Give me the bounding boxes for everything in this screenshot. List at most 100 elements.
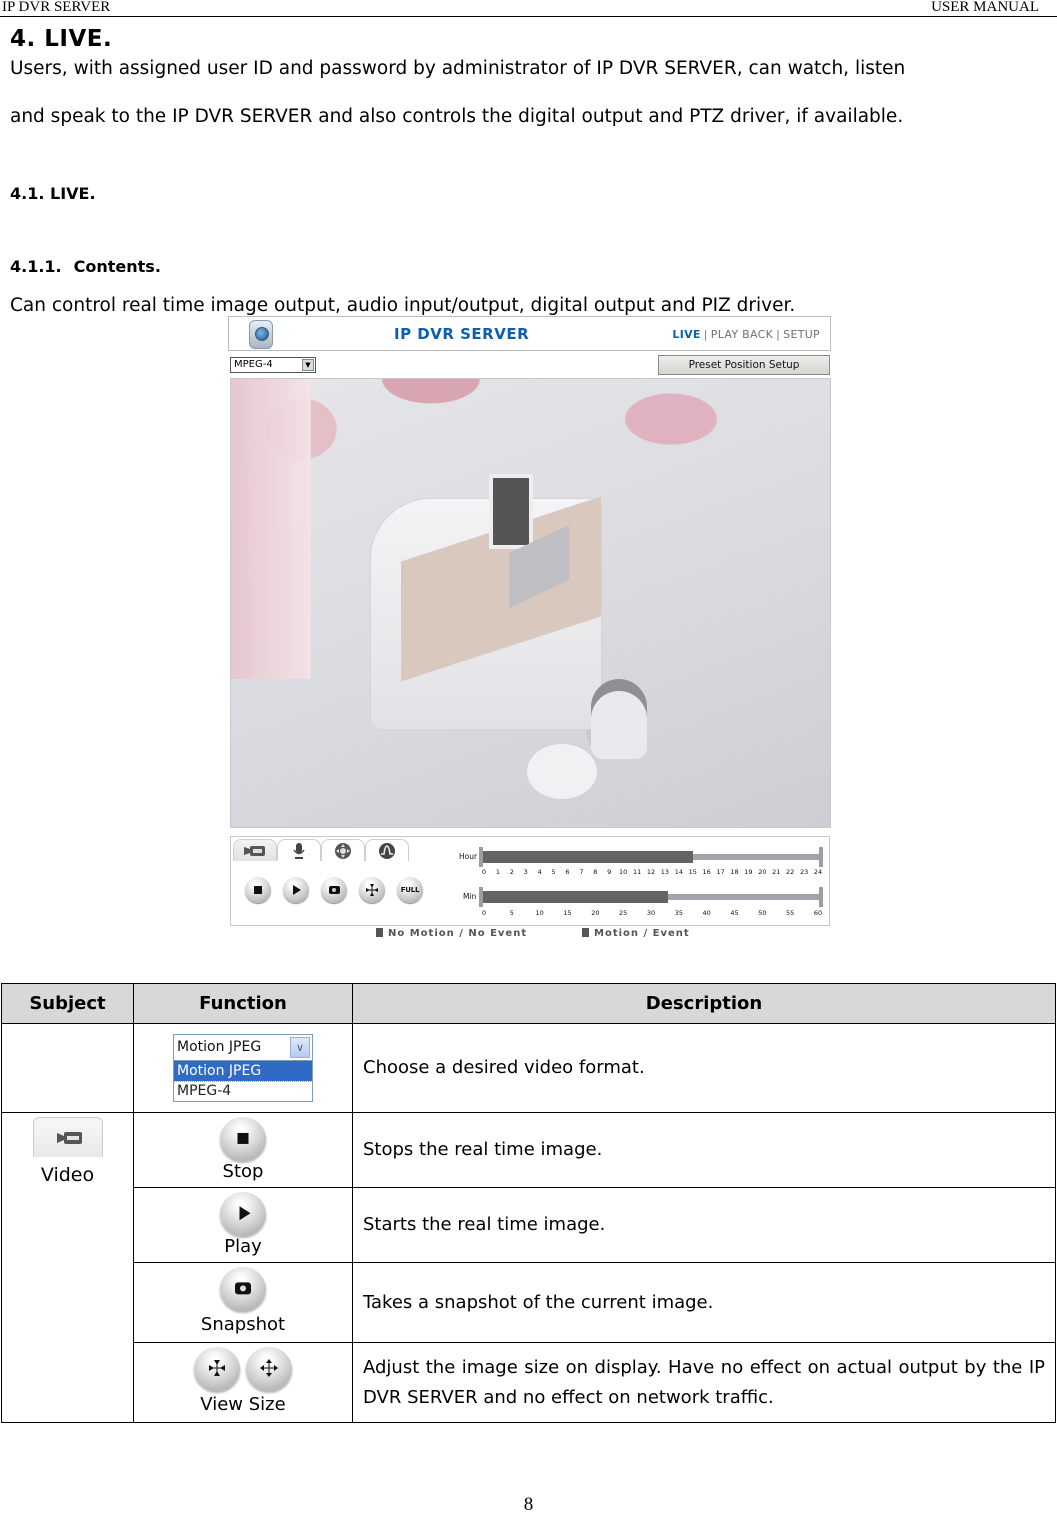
min-tick-label: 15 xyxy=(563,909,572,917)
hour-tick-label: 11 xyxy=(632,868,642,876)
hour-timeline-start-cap xyxy=(479,847,483,867)
hour-tick-label: 24 xyxy=(813,868,823,876)
tab-ptz[interactable] xyxy=(321,839,365,861)
view-size-shrink-button xyxy=(194,1346,241,1391)
table-row: Video Stop Stops the real time image. xyxy=(1,1112,1056,1423)
tab-audio[interactable] xyxy=(277,839,321,861)
table-row: Motion JPEG ∨ Motion JPEG MPEG-4 Choose … xyxy=(1,1023,1056,1113)
control-panel: FULL Hour 0 1 2 3 4 5 6 7 8 9 10 11 12 13 14 15 16 17 18 19… xyxy=(230,836,830,926)
min-timeline-start-cap xyxy=(479,887,483,907)
min-tick-label: 60 xyxy=(813,909,823,917)
hour-tick-label: 4 xyxy=(537,868,542,876)
fullscreen-button[interactable]: FULL xyxy=(397,877,423,903)
subsubsection-number: 4.1.1. xyxy=(10,257,62,276)
min-timeline[interactable] xyxy=(479,887,823,907)
table-header-row: Subject Function Description xyxy=(1,983,1056,1024)
function-cell: Play xyxy=(133,1187,353,1263)
description-cell: Adjust the image size on display. Have n… xyxy=(352,1342,1056,1423)
hour-tick-label: 15 xyxy=(688,868,697,876)
hour-tick-label: 18 xyxy=(730,868,739,876)
hour-tick-label: 9 xyxy=(607,868,612,876)
view-size-button[interactable] xyxy=(359,877,385,903)
hour-tick-label: 1 xyxy=(495,868,500,876)
snapshot-icon xyxy=(235,1281,251,1294)
stop-icon xyxy=(237,1132,249,1144)
header-right: USER MANUAL xyxy=(931,0,1039,15)
legend-swatch xyxy=(582,928,589,937)
min-tick-label: 20 xyxy=(591,909,600,917)
section-title: 4. LIVE. xyxy=(10,26,113,52)
min-timeline-end-cap xyxy=(819,887,823,907)
intro-line-2: and speak to the IP DVR SERVER and also … xyxy=(10,106,904,127)
nav-playback[interactable]: PLAY BACK xyxy=(711,328,773,341)
page-header: IP DVR SERVER USER MANUAL xyxy=(0,0,1057,17)
min-tick-label: 5 xyxy=(509,909,514,917)
microphone-icon xyxy=(293,842,305,859)
view-size-expand-button xyxy=(245,1346,292,1391)
hour-tick-label: 0 xyxy=(481,868,487,876)
hour-tick-label: 23 xyxy=(799,868,809,876)
app-nav: LIVE | PLAY BACK | SETUP xyxy=(672,328,820,341)
hour-tick-label: 3 xyxy=(523,868,528,876)
hour-tick-label: 19 xyxy=(744,868,753,876)
min-tick-label: 25 xyxy=(619,909,628,917)
snapshot-icon xyxy=(328,886,340,894)
min-tick-label: 40 xyxy=(702,909,711,917)
clothing-rack xyxy=(231,379,311,679)
dropdown-option[interactable]: MPEG-4 xyxy=(174,1081,312,1101)
camera-logo-icon xyxy=(249,320,273,349)
legend-label: No Motion / No Event xyxy=(388,928,528,939)
hour-tick-label: 21 xyxy=(772,868,781,876)
hour-tick-label: 20 xyxy=(758,868,767,876)
header-description: Description xyxy=(352,983,1056,1024)
play-button[interactable] xyxy=(283,877,309,903)
dropdown-list: Motion JPEG MPEG-4 xyxy=(173,1060,313,1102)
video-format-dropdown[interactable]: Motion JPEG ∨ Motion JPEG MPEG-4 xyxy=(173,1034,313,1102)
header-function: Function xyxy=(133,983,353,1024)
app-header: IP DVR SERVER LIVE | PLAY BACK | SETUP xyxy=(228,316,831,351)
tab-video[interactable] xyxy=(233,839,277,861)
min-tick-label: 50 xyxy=(758,909,767,917)
description-cell: Starts the real time image. xyxy=(352,1187,1056,1263)
hour-tick-label: 5 xyxy=(551,868,556,876)
dropdown-option[interactable]: Motion JPEG xyxy=(173,1060,313,1082)
hour-tick-label: 14 xyxy=(674,868,683,876)
hour-label: Hour xyxy=(459,852,478,861)
hour-tick-label: 22 xyxy=(786,868,795,876)
table-row: Play Starts the real time image. xyxy=(2,1187,1056,1263)
hour-tick-label: 7 xyxy=(579,868,584,876)
fullscreen-label: FULL xyxy=(400,886,420,894)
min-tick-label: 45 xyxy=(730,909,739,917)
min-timeline-fill xyxy=(483,891,668,903)
tab-digital-output[interactable] xyxy=(365,839,409,861)
monitor xyxy=(489,474,533,549)
stop-button[interactable] xyxy=(245,877,271,903)
function-table: Subject Function Description Motion JPEG… xyxy=(1,983,1056,1423)
hour-tick-label: 17 xyxy=(716,868,725,876)
table-row: Snapshot Takes a snapshot of the current… xyxy=(2,1262,1056,1343)
function-label: View Size xyxy=(200,1393,286,1415)
hour-timeline[interactable] xyxy=(479,847,823,867)
subject-label: Video xyxy=(40,1164,95,1186)
view-size-expand-icon xyxy=(259,1358,278,1377)
subject-cell-video: Video xyxy=(1,1112,134,1423)
live-view-screenshot: IP DVR SERVER LIVE | PLAY BACK | SETUP MPEG-… xyxy=(228,316,831,946)
nav-separator: | xyxy=(703,328,708,341)
function-cell: Stop xyxy=(133,1112,353,1188)
snapshot-button[interactable] xyxy=(321,877,347,903)
video-format-select[interactable]: MPEG-4 ▼ xyxy=(230,357,316,373)
play-button xyxy=(220,1192,266,1236)
function-cell: View Size xyxy=(133,1342,353,1423)
legend-label: Motion / Event xyxy=(594,928,690,939)
nav-setup[interactable]: SETUP xyxy=(783,328,820,341)
digital-output-icon xyxy=(379,842,395,859)
preset-position-setup-button[interactable]: Preset Position Setup xyxy=(658,355,830,375)
dropdown-selected[interactable]: Motion JPEG ∨ xyxy=(173,1034,313,1061)
hour-tick-label: 13 xyxy=(660,868,670,876)
min-tick-label: 10 xyxy=(535,909,544,917)
subject-cell-empty xyxy=(1,1023,134,1113)
app-title: IP DVR SERVER xyxy=(394,325,530,343)
video-format-value: MPEG-4 xyxy=(234,359,273,370)
play-icon xyxy=(239,1206,251,1221)
nav-live[interactable]: LIVE xyxy=(672,328,700,341)
